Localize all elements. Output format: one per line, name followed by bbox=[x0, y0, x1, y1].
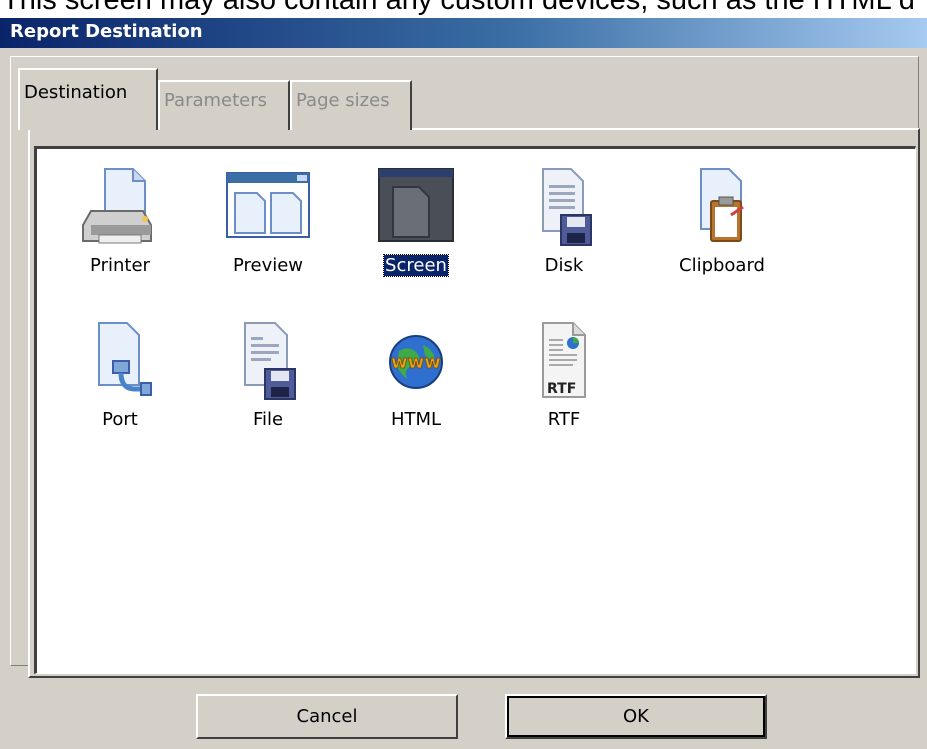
destination-label: RTF bbox=[547, 409, 581, 430]
html-globe-icon: www bbox=[389, 335, 443, 389]
cancel-button[interactable]: Cancel bbox=[196, 694, 458, 739]
destination-label: Port bbox=[102, 409, 138, 430]
destination-item-html[interactable]: www HTML bbox=[361, 317, 471, 430]
destination-item-screen[interactable]: Screen bbox=[361, 163, 471, 277]
dialog-button-bar: Cancel OK bbox=[0, 678, 927, 749]
disk-icon bbox=[542, 168, 592, 246]
destination-item-preview[interactable]: Preview bbox=[213, 163, 323, 276]
svg-text:www: www bbox=[391, 352, 441, 373]
file-icon bbox=[244, 322, 296, 400]
destination-item-file[interactable]: File bbox=[213, 317, 323, 430]
tab-destination[interactable]: Destination bbox=[18, 68, 158, 130]
destination-item-printer[interactable]: Printer bbox=[65, 163, 175, 276]
window-title: Report Destination bbox=[10, 21, 203, 42]
destination-label: File bbox=[252, 409, 284, 430]
background-caption-text: This screen may also contain any custom … bbox=[2, 0, 915, 16]
destination-label: Preview bbox=[232, 255, 304, 276]
destination-label: HTML bbox=[390, 409, 442, 430]
destination-item-clipboard[interactable]: Clipboard bbox=[667, 163, 777, 276]
destination-label: Disk bbox=[544, 255, 584, 276]
clipboard-icon bbox=[700, 168, 744, 242]
port-icon bbox=[98, 322, 152, 396]
preview-icon bbox=[226, 172, 310, 238]
destination-label: Screen bbox=[383, 254, 449, 277]
report-destination-dialog: Report Destination Destination Parameter… bbox=[0, 18, 927, 749]
screen-icon bbox=[378, 168, 454, 242]
ok-button[interactable]: OK bbox=[505, 694, 767, 739]
title-bar[interactable]: Report Destination bbox=[0, 18, 927, 48]
rtf-badge-text: RTF bbox=[547, 381, 577, 397]
tab-parameters[interactable]: Parameters bbox=[158, 80, 290, 130]
printer-icon bbox=[82, 168, 152, 244]
destination-item-rtf[interactable]: RTF RTF bbox=[509, 317, 619, 430]
destination-label: Clipboard bbox=[679, 255, 765, 276]
destination-label: Printer bbox=[90, 255, 150, 276]
destination-item-disk[interactable]: Disk bbox=[509, 163, 619, 276]
background-caption-strip: This screen may also contain any custom … bbox=[0, 0, 927, 20]
tab-page-sizes[interactable]: Page sizes bbox=[290, 80, 412, 130]
destination-icon-list[interactable]: Printer Preview Screen Disk Clipboard Po… bbox=[34, 146, 916, 674]
destination-item-port[interactable]: Port bbox=[65, 317, 175, 430]
